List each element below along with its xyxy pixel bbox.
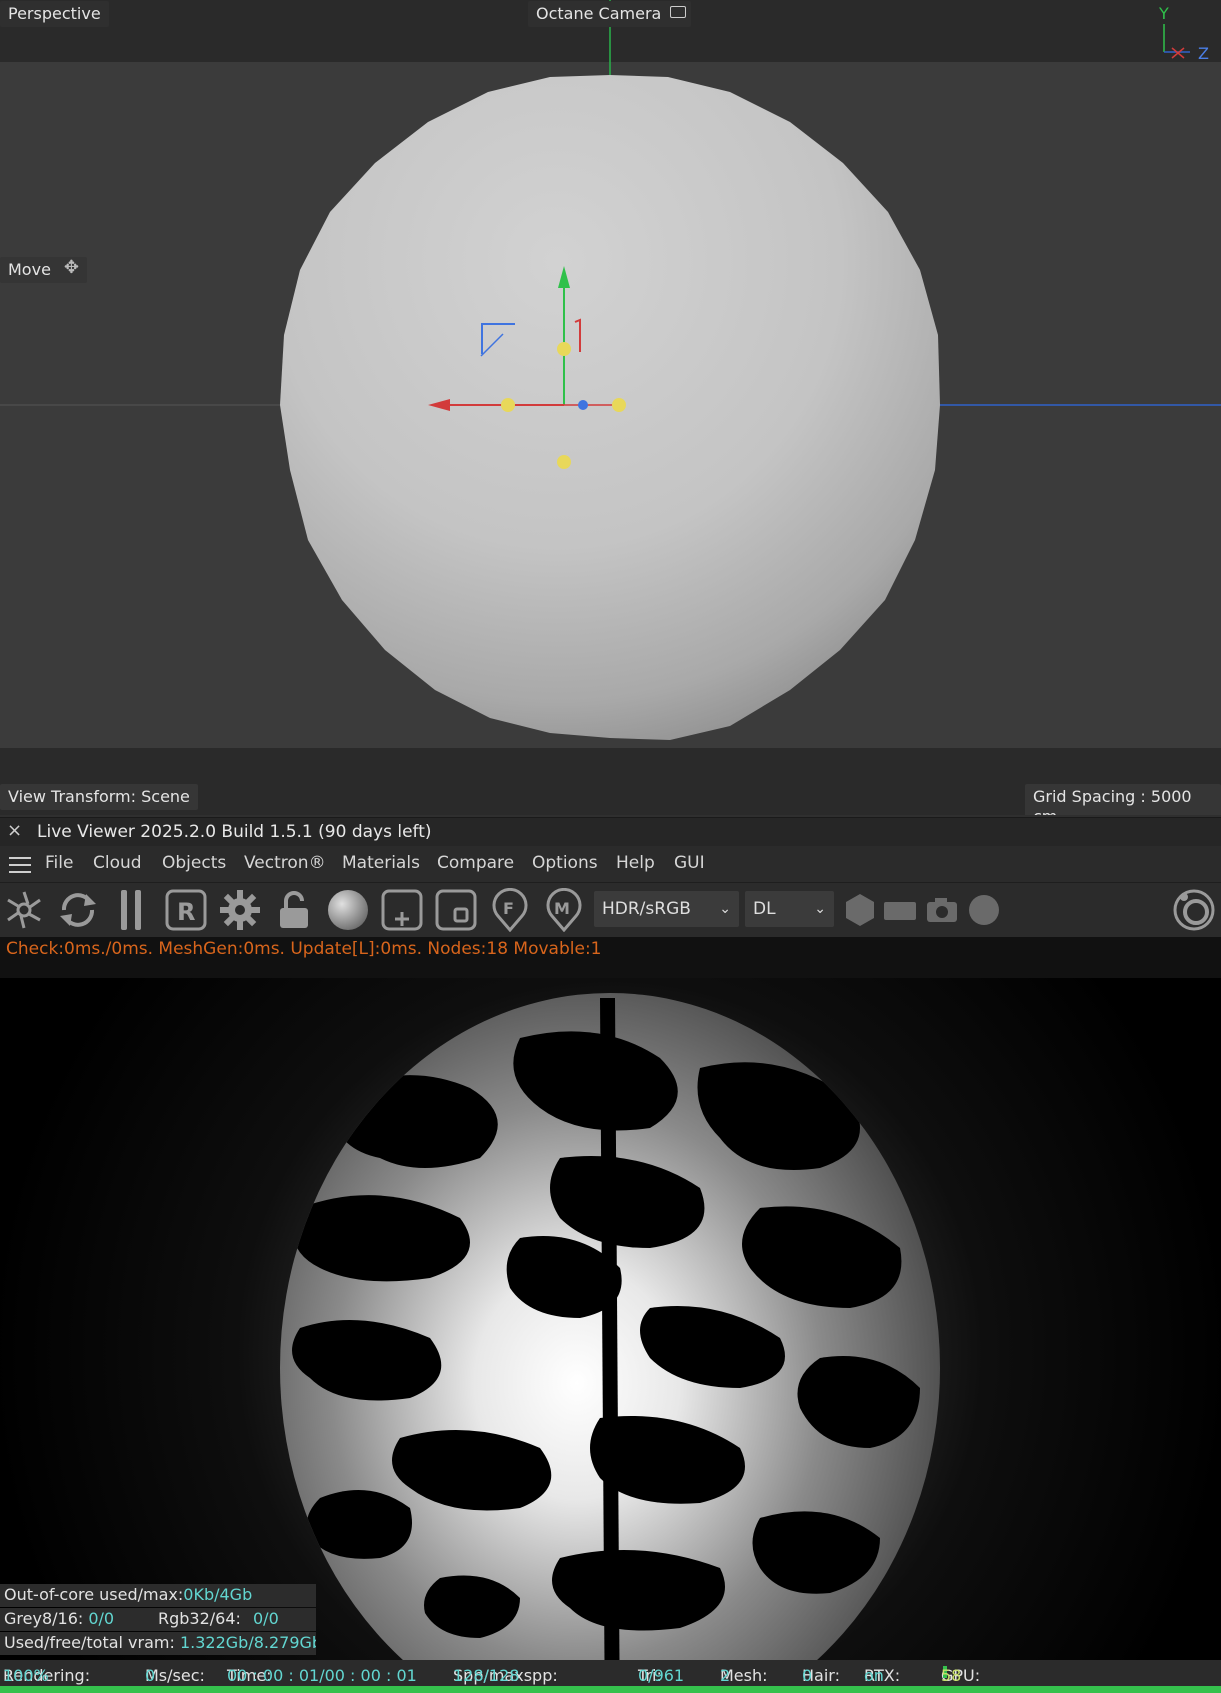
gizmo-handle-top [557,342,571,356]
out-of-core-info: Out-of-core used/max:0Kb/4Gb [0,1584,316,1607]
grid-spacing-label: Grid Spacing : 5000 cm [1025,784,1221,815]
gizmo-center [578,400,588,410]
axis-y-label: Y [1158,4,1169,23]
menu-gui[interactable]: GUI [674,853,705,873]
out-of-core-value: 0Kb/4Gb [183,1585,253,1604]
rgb-label: Rgb32/64: [158,1609,241,1628]
lock-icon[interactable] [272,888,316,932]
vram-label: Used/free/total vram: [4,1633,175,1652]
kernel-value: DL [753,899,776,919]
gizmo-handle-right [612,398,626,412]
close-icon[interactable]: × [7,820,22,841]
live-viewer-toolbar: R F M HDR/sRGB ⌄ DL ⌄ [0,883,1221,937]
svg-text:M: M [554,899,570,918]
render-statusbar: Rendering: 100% Ms/sec: 0 Time: 00 : 00 … [0,1660,1221,1686]
move-icon: ✥ [63,257,79,278]
kernel-select[interactable]: DL ⌄ [745,891,834,927]
refresh-icon[interactable] [56,888,100,932]
camera-icon [670,6,687,18]
tool-label[interactable]: Move ✥ [0,257,87,283]
m-pin-icon[interactable]: M [542,888,586,932]
gizmo-handle-bottom [557,455,571,469]
menu-compare[interactable]: Compare [437,853,514,873]
target-icon[interactable] [1172,888,1216,932]
r-icon[interactable]: R [164,888,208,932]
rect-icon[interactable] [878,888,922,932]
camera-label[interactable]: Octane Camera [528,1,692,27]
camera-icon[interactable] [920,888,964,932]
pause-icon[interactable] [110,888,154,932]
menu-vectron[interactable]: Vectron® [244,853,326,873]
color-space-value: HDR/sRGB [602,899,691,919]
hamburger-icon[interactable] [9,857,31,873]
menu-file[interactable]: File [45,853,73,873]
texture-info: Grey8/16: 0/0 Rgb32/64: 0/0 [0,1608,316,1631]
viewport[interactable]: Y Z Perspective Octane Camera Move ✥ Vie… [0,0,1221,815]
menu-materials[interactable]: Materials [342,853,420,873]
octane-logo-icon[interactable] [2,888,46,932]
live-viewer-title: Live Viewer 2025.2.0 Build 1.5.1 (90 day… [37,822,432,842]
out-of-core-label: Out-of-core used/max: [4,1585,184,1604]
chevron-down-icon: ⌄ [719,901,731,917]
gear-icon[interactable] [218,888,262,932]
sphere-mesh[interactable] [280,75,940,740]
view-transform-label[interactable]: View Transform: Scene [0,784,198,810]
grey-label: Grey8/16: [4,1609,84,1628]
circle-icon[interactable] [962,888,1006,932]
view-mode-label[interactable]: Perspective [0,1,109,27]
menu-help[interactable]: Help [616,853,655,873]
menu-objects[interactable]: Objects [162,853,226,873]
tool-name: Move [8,260,51,279]
vram-value: 1.322Gb/8.279Gb/11 [179,1633,316,1652]
menu-options[interactable]: Options [532,853,598,873]
axis-z-label: Z [1198,44,1209,63]
svg-text:R: R [177,898,195,926]
vram-info: Used/free/total vram: 1.322Gb/8.279Gb/11 [0,1632,316,1655]
svg-text:F: F [503,899,514,918]
region-icon[interactable] [434,888,478,932]
f-pin-icon[interactable]: F [488,888,532,932]
menu-cloud[interactable]: Cloud [93,853,142,873]
viewport-scene[interactable]: Y Z [0,0,1221,815]
render-view[interactable]: Out-of-core used/max:0Kb/4Gb Grey8/16: 0… [0,978,1221,1660]
sphere-icon[interactable] [326,888,370,932]
camera-name: Octane Camera [536,4,662,23]
add-region-icon[interactable] [380,888,424,932]
grey-value: 0/0 [88,1609,115,1628]
chevron-down-icon: ⌄ [814,901,826,917]
live-viewer-titlebar: × Live Viewer 2025.2.0 Build 1.5.1 (90 d… [0,817,1221,846]
gizmo-handle-left [501,398,515,412]
cube-icon[interactable] [838,888,882,932]
status-line-text: Check:0ms./0ms. MeshGen:0ms. Update[L]:0… [6,939,602,959]
render-canvas[interactable] [0,978,1221,1660]
rgb-value: 0/0 [253,1609,279,1628]
status-line: Check:0ms./0ms. MeshGen:0ms. Update[L]:0… [0,937,1221,979]
live-viewer-menubar: File Cloud Objects Vectron® Materials Co… [0,846,1221,883]
color-space-select[interactable]: HDR/sRGB ⌄ [594,891,739,927]
render-progress-bar [0,1686,1221,1693]
